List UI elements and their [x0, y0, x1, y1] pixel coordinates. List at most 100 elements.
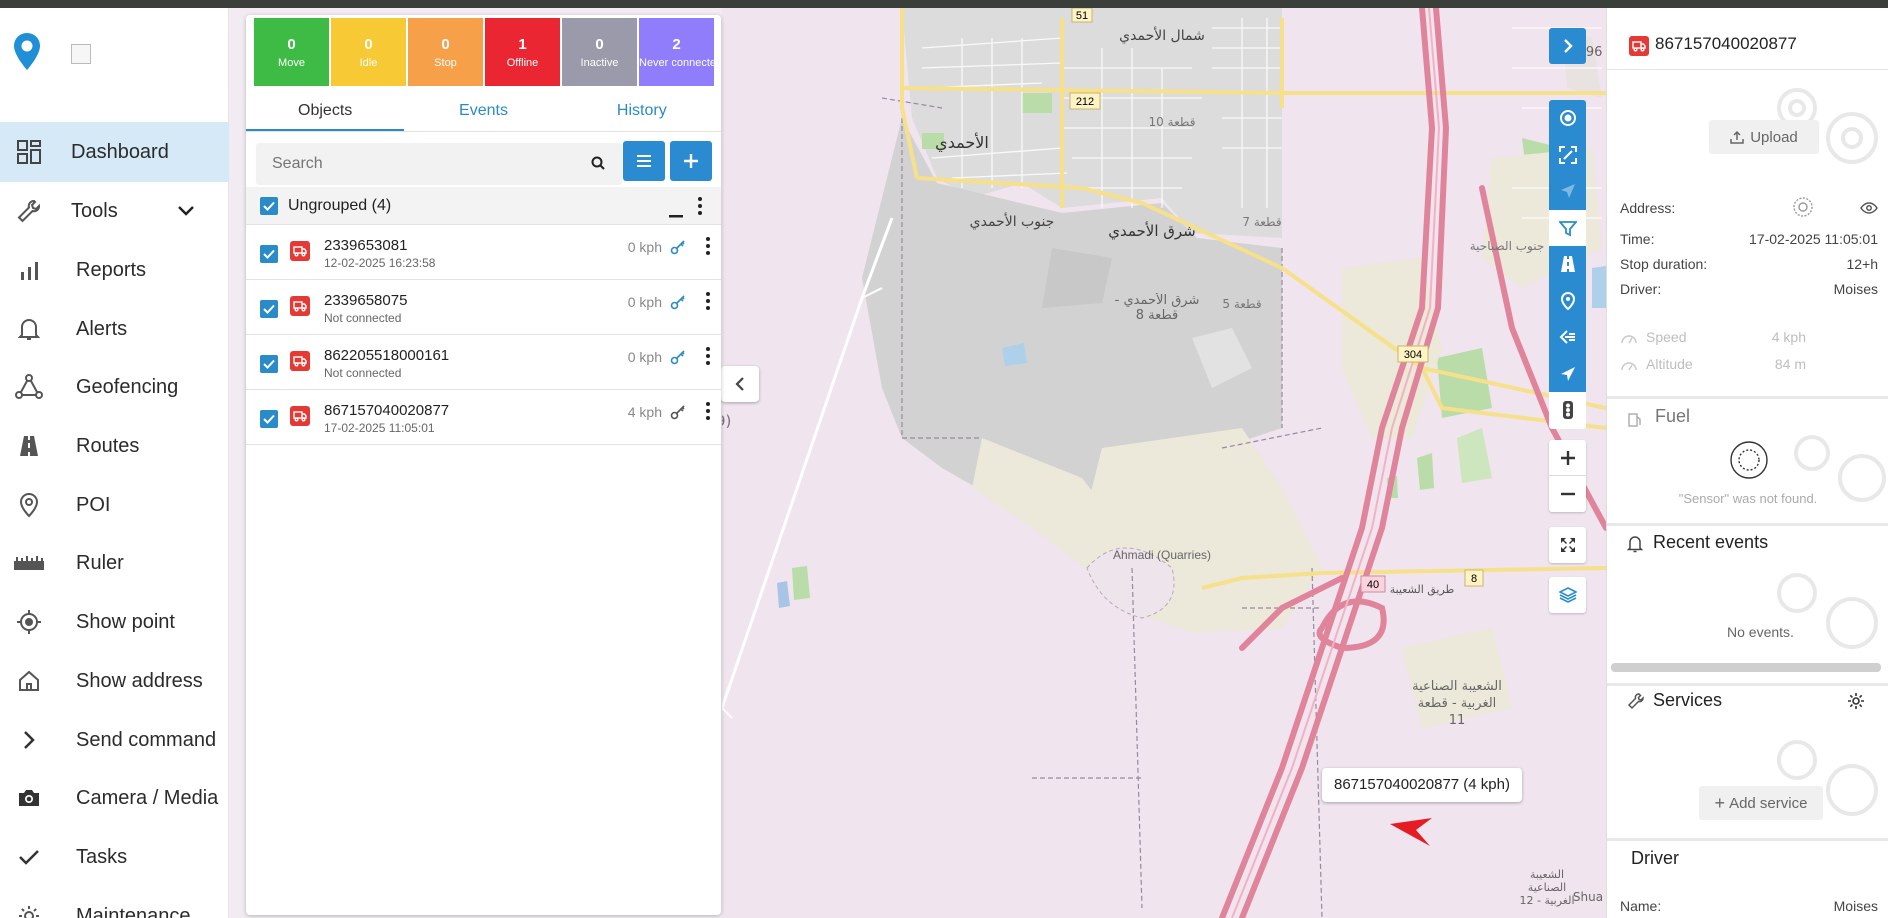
truck-icon	[1629, 36, 1649, 56]
map-label-south-ahmadi: جنوب الأحمدي	[970, 212, 1055, 230]
group-checkbox[interactable]	[260, 197, 278, 215]
nav-label: Alerts	[76, 317, 128, 340]
check-icon	[263, 414, 275, 424]
object-checkbox[interactable]	[260, 410, 278, 428]
nav-ruler[interactable]: Ruler	[0, 533, 229, 593]
nav-show-point[interactable]: Show point	[0, 592, 229, 652]
object-checkbox[interactable]	[260, 300, 278, 318]
services-settings-gear-icon[interactable]	[1847, 692, 1865, 715]
status-stop[interactable]: 0 Stop	[408, 18, 483, 86]
driver-name-row: Name: Moises	[1620, 898, 1878, 918]
poi-layer-button[interactable]	[1549, 282, 1586, 319]
direction-tool-button[interactable]	[1549, 355, 1586, 392]
zoom-out-button[interactable]	[1549, 476, 1586, 512]
collapse-group-icon[interactable]	[669, 205, 683, 223]
object-checkbox[interactable]	[260, 355, 278, 373]
nav-label: Ruler	[76, 551, 124, 574]
horizontal-scrollbar[interactable]	[1611, 663, 1881, 672]
search-input[interactable]	[256, 143, 622, 185]
nav-camera-media[interactable]: Camera / Media	[0, 768, 229, 828]
route-filter-button[interactable]	[1549, 209, 1586, 246]
nav-reports[interactable]: Reports	[0, 240, 229, 300]
nav-label: Routes	[76, 434, 140, 457]
object-status: 12-02-2025 16:23:58	[324, 256, 436, 270]
group-header[interactable]: Ungrouped (4)	[246, 187, 721, 225]
nav-routes[interactable]: Routes	[0, 416, 229, 476]
altitude-row: Altitude 84 m	[1620, 356, 1878, 376]
radar-tool-button[interactable]	[1549, 100, 1586, 137]
status-idle[interactable]: 0 Idle	[331, 18, 406, 86]
status-label: Offline	[506, 56, 539, 69]
upload-button[interactable]: Upload	[1709, 120, 1819, 154]
status-move[interactable]: 0 Move	[254, 18, 329, 86]
status-inactive[interactable]: 0 Inactive	[562, 18, 637, 86]
nav-tasks[interactable]: Tasks	[0, 827, 229, 887]
list-view-button[interactable]	[623, 141, 665, 181]
fit-bounds-button[interactable]	[1549, 136, 1586, 173]
object-more-icon[interactable]	[706, 292, 710, 315]
add-service-label: Add service	[1729, 794, 1808, 812]
nav-maintenance[interactable]: Maintenance	[0, 886, 229, 918]
bell-icon	[1626, 535, 1644, 558]
nav-label: Show point	[76, 610, 175, 633]
nav-label: Maintenance	[76, 904, 191, 918]
stop-duration-value: 12+h	[1846, 256, 1878, 272]
vehicle-marker-icon[interactable]	[1390, 818, 1432, 846]
object-row[interactable]: 2339653081 12-02-2025 16:23:58 0 kph	[246, 225, 721, 280]
navigate-tool-button[interactable]	[1549, 173, 1586, 210]
group-more-icon[interactable]	[698, 197, 702, 220]
ruler-icon	[14, 548, 44, 578]
nav-label: Tasks	[76, 845, 128, 868]
zoom-in-button[interactable]	[1549, 440, 1586, 476]
status-never-connected[interactable]: 2 Never connected	[639, 18, 714, 86]
address-label: Address:	[1620, 200, 1676, 216]
bell-icon	[14, 314, 44, 344]
object-row[interactable]: 862205518000161 Not connected 0 kph	[246, 335, 721, 390]
chevron-down-icon[interactable]	[178, 203, 194, 221]
tab-history[interactable]: History	[563, 94, 721, 131]
object-more-icon[interactable]	[706, 237, 710, 260]
driver-name-value: Moises	[1833, 898, 1878, 914]
map-layers-button[interactable]	[1549, 577, 1586, 613]
nav-poi[interactable]: POI	[0, 475, 229, 535]
nav-send-command[interactable]: Send command	[0, 710, 229, 770]
object-more-icon[interactable]	[706, 347, 710, 370]
nav-dashboard[interactable]: Dashboard	[0, 122, 229, 182]
nav-alerts[interactable]: Alerts	[0, 299, 229, 359]
nav-tools[interactable]: Tools	[0, 181, 229, 241]
plus-icon	[1560, 450, 1575, 465]
road-layer-button[interactable]	[1549, 246, 1586, 283]
check-icon	[14, 842, 44, 872]
check-icon	[263, 249, 275, 259]
tab-objects[interactable]: Objects	[246, 94, 405, 131]
address-row: Address:	[1620, 197, 1878, 220]
search-icon[interactable]	[591, 156, 605, 175]
status-summary: 0 Move 0 Idle 0 Stop 1 Offline 0 Inactiv…	[254, 18, 714, 86]
tab-events[interactable]: Events	[404, 94, 562, 131]
object-row[interactable]: 2339658075 Not connected 0 kph	[246, 280, 721, 335]
collapse-panel-button[interactable]	[721, 366, 759, 402]
object-more-icon[interactable]	[706, 402, 710, 425]
object-row[interactable]: 867157040020877 17-02-2025 11:05:01 4 kp…	[246, 390, 721, 445]
crosshair-icon	[14, 607, 44, 637]
loading-spinner-icon	[1729, 440, 1769, 485]
traffic-light-button[interactable]	[1549, 392, 1586, 429]
minus-icon	[1560, 492, 1575, 496]
nav-show-address[interactable]: Show address	[0, 651, 229, 711]
altitude-label: Altitude	[1646, 356, 1693, 372]
ignition-key-icon	[670, 239, 686, 260]
driver-row: Driver: Moises	[1620, 281, 1878, 301]
driver-value: Moises	[1833, 281, 1878, 297]
locate-address-icon[interactable]	[1792, 196, 1814, 221]
history-route-button[interactable]	[1549, 319, 1586, 356]
section-divider	[1607, 683, 1888, 686]
status-offline[interactable]: 1 Offline	[485, 18, 560, 86]
object-checkbox[interactable]	[260, 245, 278, 263]
add-object-button[interactable]	[670, 141, 712, 181]
add-service-button[interactable]: + Add service	[1699, 786, 1823, 820]
fullscreen-button[interactable]	[1549, 527, 1586, 563]
eye-icon[interactable]	[1860, 201, 1878, 217]
left-sidebar: Dashboard Tools Reports Alerts Geofencin…	[0, 8, 229, 918]
expand-right-panel-button[interactable]	[1549, 28, 1586, 64]
nav-geofencing[interactable]: Geofencing	[0, 357, 229, 417]
